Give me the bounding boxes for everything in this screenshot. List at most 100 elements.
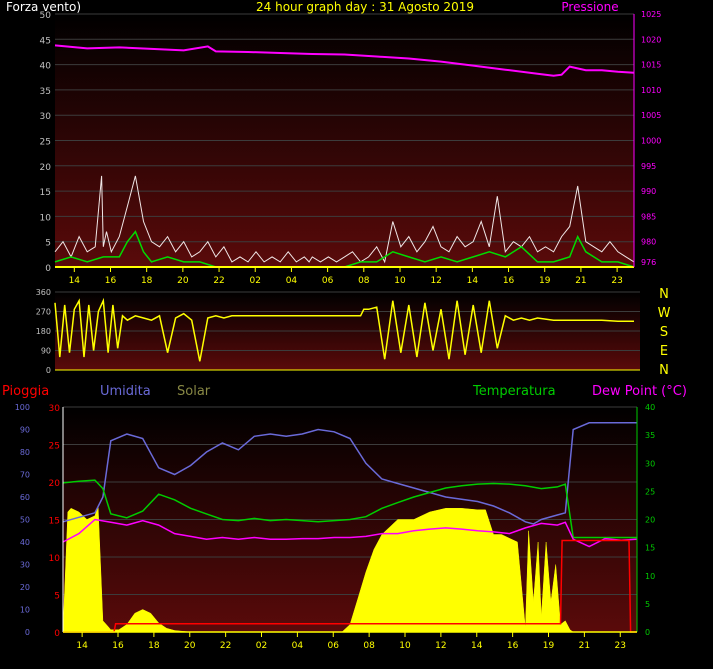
direction-y-tick: 180 [36,327,51,336]
humidity-y-tick: 10 [20,606,30,615]
wind-time-label: 10 [394,276,406,286]
pressure-label: Pressione [561,0,618,14]
temperature-y-tick: 25 [645,487,655,496]
temperature-time-label: 12 [435,641,446,651]
temperature-time-label: 10 [399,641,411,651]
direction-y-tick: 90 [41,347,51,356]
solar-label: Solar [177,384,211,399]
temperature-panel: 0 5 10 15 20 25 30 0 10 20 30 40 50 60 70 80 90 100 0 5 10… [15,403,655,651]
wind-time-label: 18 [141,276,153,286]
wind-pressure-panel: 05101520253035404550 9769809859909951000… [40,10,662,286]
direction-y-axis: 0 90 180 270 360 [36,288,51,375]
pressure-tick: 990 [641,187,656,196]
humidity-y-tick: 100 [15,403,30,412]
pressure-tick: 976 [641,258,656,267]
pressure-tick: 1025 [641,10,661,19]
wind-time-label: 14 [467,276,479,286]
rain-y-tick: 20 [49,479,61,489]
graph-title: 24 hour graph day : 31 Agosto 2019 [256,0,474,14]
wind-y-axis: 0 5 10 15 20 25 30 35 40 45 50 [40,11,52,274]
wind-time-label: 21 [575,276,586,286]
humidity-y-axis: 0 10 20 30 40 50 60 70 80 90 100 [15,403,30,637]
temperature-y-tick: 15 [645,544,655,553]
humidity-y-tick: 50 [20,516,30,525]
temperature-y-axis: 0 5 10 15 20 25 30 35 40 [645,403,655,637]
rain-y-tick: 15 [49,517,60,527]
compass-n-top: N [659,287,669,302]
pressure-tick: 1005 [641,111,661,120]
direction-y-tick: 360 [36,288,51,297]
humidity-y-tick: 0 [25,628,30,637]
temperature-time-label: 20 [184,641,196,651]
compass-w: W [658,306,671,321]
temperature-y-tick: 5 [645,600,650,609]
temperature-time-label: 14 [76,641,88,651]
temperature-time-label: 04 [292,641,304,651]
humidity-y-tick: 20 [20,583,30,592]
wind-y-tick: 30 [40,112,52,122]
temperature-time-label: 23 [615,641,626,651]
rain-y-tick: 5 [54,592,60,602]
temperature-y-tick: 0 [645,628,650,637]
temperature-time-label: 16 [507,641,519,651]
temperature-time-label: 06 [328,641,340,651]
pressure-tick: 985 [641,212,656,221]
compass-labels: N W S E N [658,287,671,378]
wind-y-tick: 10 [40,213,52,223]
temperature-time-label: 21 [579,641,590,651]
pressure-tick: 995 [641,162,656,171]
pressure-tick: 1010 [641,86,661,95]
temperature-time-label: 19 [543,641,555,651]
humidity-y-tick: 90 [20,426,30,435]
compass-n-bottom: N [659,363,669,378]
temperature-time-label: 16 [112,641,124,651]
dewpoint-label: Dew Point (°C) [592,384,687,399]
wind-time-label: 16 [503,276,515,286]
temperature-time-label: 22 [220,641,231,651]
rain-y-tick: 30 [49,404,61,414]
humidity-y-tick: 40 [20,538,30,547]
rain-y-tick: 10 [49,554,61,564]
wind-time-label: 04 [286,276,298,286]
rain-label: Pioggia [2,384,49,399]
wind-time-label: 20 [177,276,189,286]
wind-time-label: 14 [69,276,81,286]
wind-y-tick: 40 [40,62,52,72]
temperature-time-label: 08 [363,641,375,651]
temperature-time-label: 02 [256,641,267,651]
wind-time-label: 08 [358,276,370,286]
humidity-y-tick: 30 [20,561,30,570]
compass-e: E [660,344,668,359]
pressure-tick: 980 [641,238,656,247]
humidity-y-tick: 60 [20,493,30,502]
direction-panel: 0 90 180 270 360 N W S E N [36,287,671,378]
humidity-label: Umidita [100,384,151,399]
wind-time-label: 12 [430,276,441,286]
compass-s: S [660,325,668,340]
temperature-y-tick: 35 [645,431,655,440]
pressure-tick: 1015 [641,61,661,70]
temperature-time-label: 14 [471,641,483,651]
wind-y-tick: 35 [40,87,51,97]
temperature-label: Temperatura [472,384,556,399]
rain-y-axis: 0 5 10 15 20 25 30 [49,404,61,639]
wind-time-label: 16 [105,276,117,286]
temperature-time-labels: 14 16 18 20 22 02 04 06 08 10 12 14 16 19 21 23 [76,632,626,651]
direction-y-tick: 270 [36,308,51,317]
temperature-y-tick: 10 [645,572,655,581]
pressure-tick: 1000 [641,137,661,146]
temperature-y-tick: 30 [645,459,655,468]
wind-time-label: 19 [539,276,551,286]
wind-time-label: 06 [322,276,334,286]
wind-time-label: 23 [611,276,622,286]
wind-y-tick: 20 [40,163,52,173]
wind-y-tick: 0 [45,264,51,274]
wind-time-label: 22 [213,276,224,286]
temperature-time-label: 18 [148,641,160,651]
pressure-axis: 976 980 985 990 995 1000 1005 1010 1015 1020 1025 [641,10,661,267]
temperature-y-tick: 40 [645,403,655,412]
wind-y-tick: 45 [40,36,51,46]
pressure-tick: 1020 [641,35,661,44]
wind-y-tick: 50 [40,11,52,21]
wind-y-tick: 25 [40,138,51,148]
